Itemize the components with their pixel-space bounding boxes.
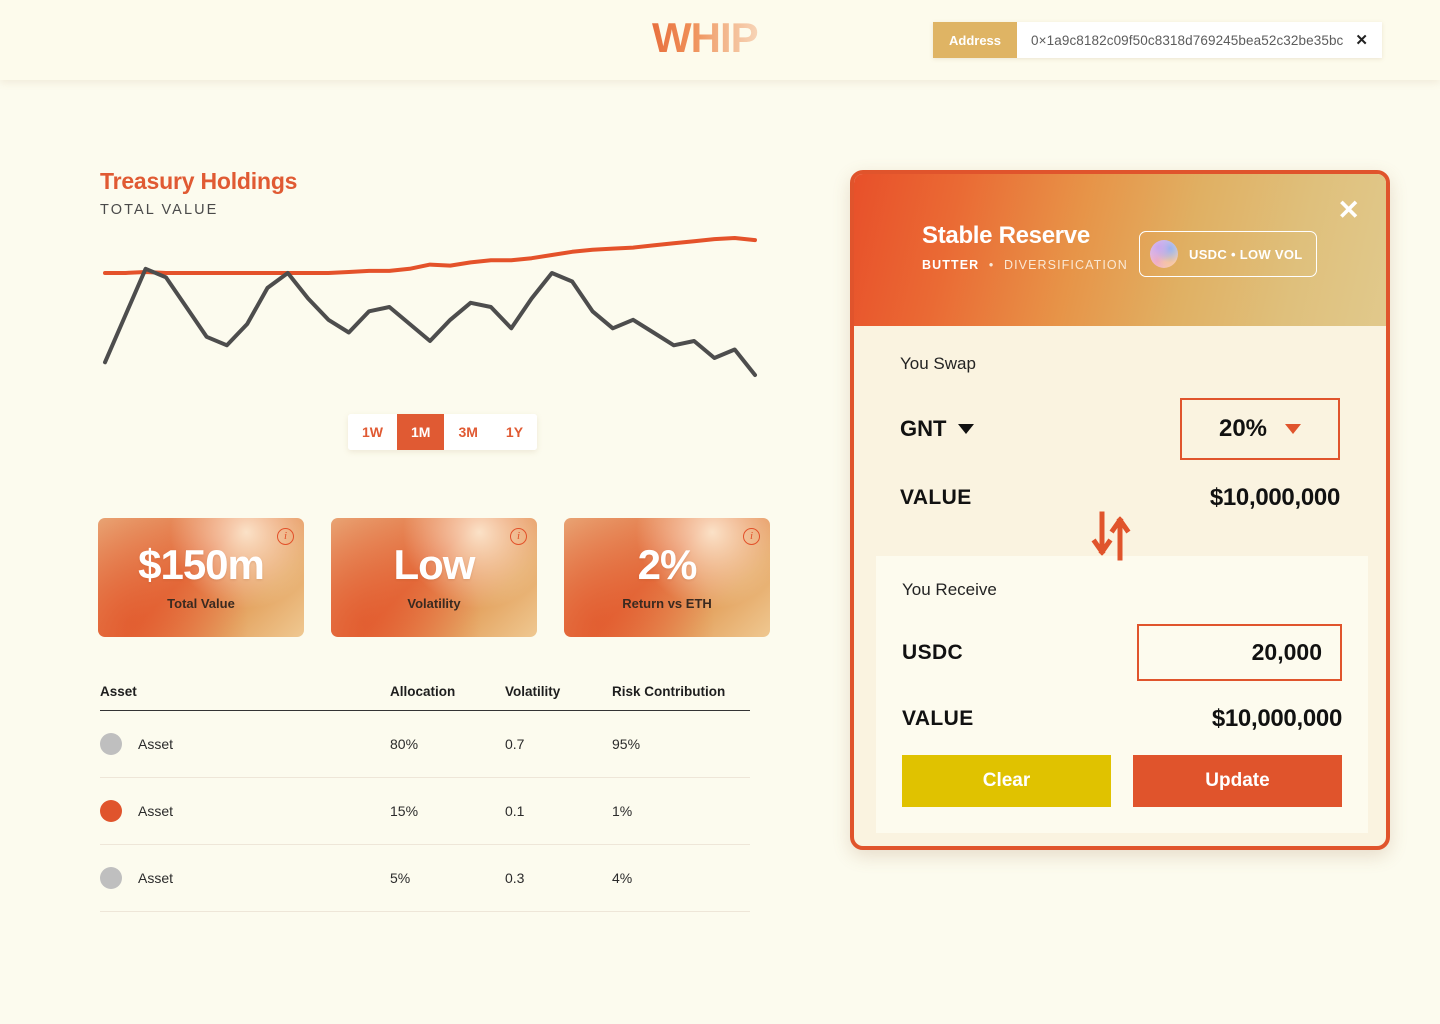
asset-color-dot bbox=[100, 733, 122, 755]
column-header-risk-contribution: Risk Contribution bbox=[612, 684, 726, 699]
modal-header: ✕ Stable Reserve BUTTER • DIVERSIFICATIO… bbox=[854, 174, 1386, 326]
range-button-1w[interactable]: 1W bbox=[348, 414, 397, 450]
receive-value-amount: $10,000,000 bbox=[1211, 705, 1342, 732]
chart-line-benchmark bbox=[103, 236, 757, 275]
receive-value-label: VALUE bbox=[902, 707, 974, 730]
strategy-badge[interactable]: USDC • LOW VOL bbox=[1139, 231, 1318, 277]
cell-risk-contribution: 1% bbox=[612, 777, 750, 845]
page-title: Treasury Holdings bbox=[100, 168, 298, 194]
you-receive-section: You Receive USDC 20,000 VALUE $10,000,00… bbox=[876, 556, 1368, 833]
you-receive-label: You Receive bbox=[902, 580, 997, 599]
asset-color-dot bbox=[100, 800, 122, 822]
modal-title-group: Stable Reserve BUTTER • DIVERSIFICATION bbox=[922, 222, 1128, 272]
cell-risk-contribution: 4% bbox=[612, 844, 750, 912]
column-header-volatility: Volatility bbox=[505, 684, 561, 699]
cell-asset: Asset bbox=[100, 777, 390, 845]
cell-allocation: 5% bbox=[390, 844, 505, 912]
table-body: Asset 80% 0.7 95% Asset 15% 0.1 1% Asset 5% 0.3 4% bbox=[100, 710, 750, 912]
stat-card-return-vs-eth[interactable]: i 2% Return vs ETH bbox=[564, 518, 770, 637]
cell-volatility: 0.7 bbox=[505, 710, 612, 778]
chevron-down-icon bbox=[1285, 424, 1302, 434]
table-header: Asset Allocation Volatility Risk Contrib… bbox=[100, 684, 750, 711]
stat-card-value: $150m bbox=[138, 541, 265, 588]
treasury-panel: Treasury Holdings TOTAL VALUE bbox=[100, 168, 760, 405]
table-header-row: Asset Allocation Volatility Risk Contrib… bbox=[100, 684, 750, 711]
close-icon[interactable]: ✕ bbox=[1337, 197, 1360, 224]
cell-risk-contribution: 95% bbox=[612, 710, 750, 778]
app-logo: WHIP bbox=[652, 14, 759, 61]
table-row[interactable]: Asset 5% 0.3 4% bbox=[100, 844, 750, 912]
range-button-1m[interactable]: 1M bbox=[397, 414, 445, 450]
receive-amount-input[interactable]: 20,000 bbox=[1137, 624, 1342, 681]
holdings-table: Asset Allocation Volatility Risk Contrib… bbox=[100, 684, 750, 912]
swap-percent-dropdown[interactable]: 20% bbox=[1180, 398, 1340, 460]
column-header-allocation: Allocation bbox=[390, 684, 456, 699]
stat-card-volatility[interactable]: i Low Volatility bbox=[331, 518, 537, 637]
modal-subtitle-brand: BUTTER bbox=[922, 258, 980, 272]
asset-color-dot bbox=[100, 867, 122, 889]
swap-token-row: GNT 20% bbox=[900, 398, 1340, 460]
top-bar: WHIP Address 0×1a9c8182c09f50c8318d76924… bbox=[0, 0, 1440, 80]
cell-asset: Asset bbox=[100, 844, 390, 912]
info-icon[interactable]: i bbox=[277, 528, 294, 545]
modal-action-buttons: Clear Update bbox=[902, 755, 1342, 807]
cell-volatility: 0.3 bbox=[505, 844, 612, 912]
page-subtitle: TOTAL VALUE bbox=[100, 202, 219, 218]
you-swap-section: You Swap GNT 20% VALUE $10,000,000 bbox=[854, 326, 1386, 561]
modal-subtitle: BUTTER • DIVERSIFICATION bbox=[922, 258, 1128, 272]
range-button-1y[interactable]: 1Y bbox=[491, 414, 538, 450]
modal-title: Stable Reserve bbox=[922, 222, 1090, 249]
swap-direction-icon[interactable] bbox=[1086, 508, 1142, 569]
asset-name: Asset bbox=[138, 803, 174, 819]
stat-card-value: Low bbox=[393, 541, 476, 588]
receive-amount-value: 20,000 bbox=[1251, 639, 1322, 665]
swap-percent-value: 20% bbox=[1218, 415, 1268, 442]
chart-line-treasury bbox=[103, 266, 757, 377]
asset-name: Asset bbox=[138, 870, 174, 886]
swap-token-dropdown[interactable]: GNT bbox=[900, 416, 975, 442]
address-label-button[interactable]: Address bbox=[933, 22, 1018, 58]
clear-button[interactable]: Clear bbox=[902, 755, 1111, 807]
update-button[interactable]: Update bbox=[1133, 755, 1342, 807]
swap-value-label: VALUE bbox=[900, 486, 972, 509]
column-header-asset: Asset bbox=[100, 684, 137, 699]
swap-token-label: GNT bbox=[900, 416, 947, 441]
close-icon[interactable]: ✕ bbox=[1355, 22, 1382, 58]
strategy-badge-label: USDC • LOW VOL bbox=[1189, 246, 1303, 262]
receive-token-row: USDC 20,000 bbox=[902, 624, 1342, 681]
info-icon[interactable]: i bbox=[510, 528, 527, 545]
cell-volatility: 0.1 bbox=[505, 777, 612, 845]
stat-card-label: Volatility bbox=[407, 596, 461, 611]
cell-allocation: 15% bbox=[390, 777, 505, 845]
chevron-down-icon bbox=[958, 424, 975, 434]
receive-value-row: VALUE $10,000,000 bbox=[902, 705, 1342, 733]
stat-card-value: 2% bbox=[637, 541, 698, 588]
treasury-line-chart bbox=[100, 230, 760, 405]
table-row[interactable]: Asset 15% 0.1 1% bbox=[100, 777, 750, 845]
chart-svg bbox=[103, 236, 757, 377]
receive-token-label: USDC bbox=[902, 640, 964, 664]
token-orb-icon bbox=[1150, 240, 1178, 268]
stable-reserve-modal: ✕ Stable Reserve BUTTER • DIVERSIFICATIO… bbox=[850, 170, 1390, 850]
modal-subtitle-category: DIVERSIFICATION bbox=[1003, 258, 1128, 272]
you-swap-label: You Swap bbox=[900, 354, 976, 373]
cell-asset: Asset bbox=[100, 710, 390, 778]
asset-name: Asset bbox=[138, 736, 174, 752]
modal-subtitle-separator: • bbox=[988, 258, 995, 272]
stat-card-group: i $150m Total Value i Low Volatility i 2… bbox=[98, 518, 770, 637]
table-row[interactable]: Asset 80% 0.7 95% bbox=[100, 710, 750, 778]
cell-allocation: 80% bbox=[390, 710, 505, 778]
address-input[interactable]: 0×1a9c8182c09f50c8318d769245bea52c32be35… bbox=[1017, 22, 1355, 58]
stat-card-label: Return vs ETH bbox=[622, 596, 712, 611]
stat-card-label: Total Value bbox=[167, 596, 235, 611]
stat-card-total-value[interactable]: i $150m Total Value bbox=[98, 518, 304, 637]
swap-value-amount: $10,000,000 bbox=[1209, 484, 1340, 511]
info-icon[interactable]: i bbox=[743, 528, 760, 545]
time-range-selector: 1W 1M 3M 1Y bbox=[348, 414, 538, 450]
address-bar: Address 0×1a9c8182c09f50c8318d769245bea5… bbox=[933, 22, 1382, 58]
range-button-3m[interactable]: 3M bbox=[444, 414, 492, 450]
